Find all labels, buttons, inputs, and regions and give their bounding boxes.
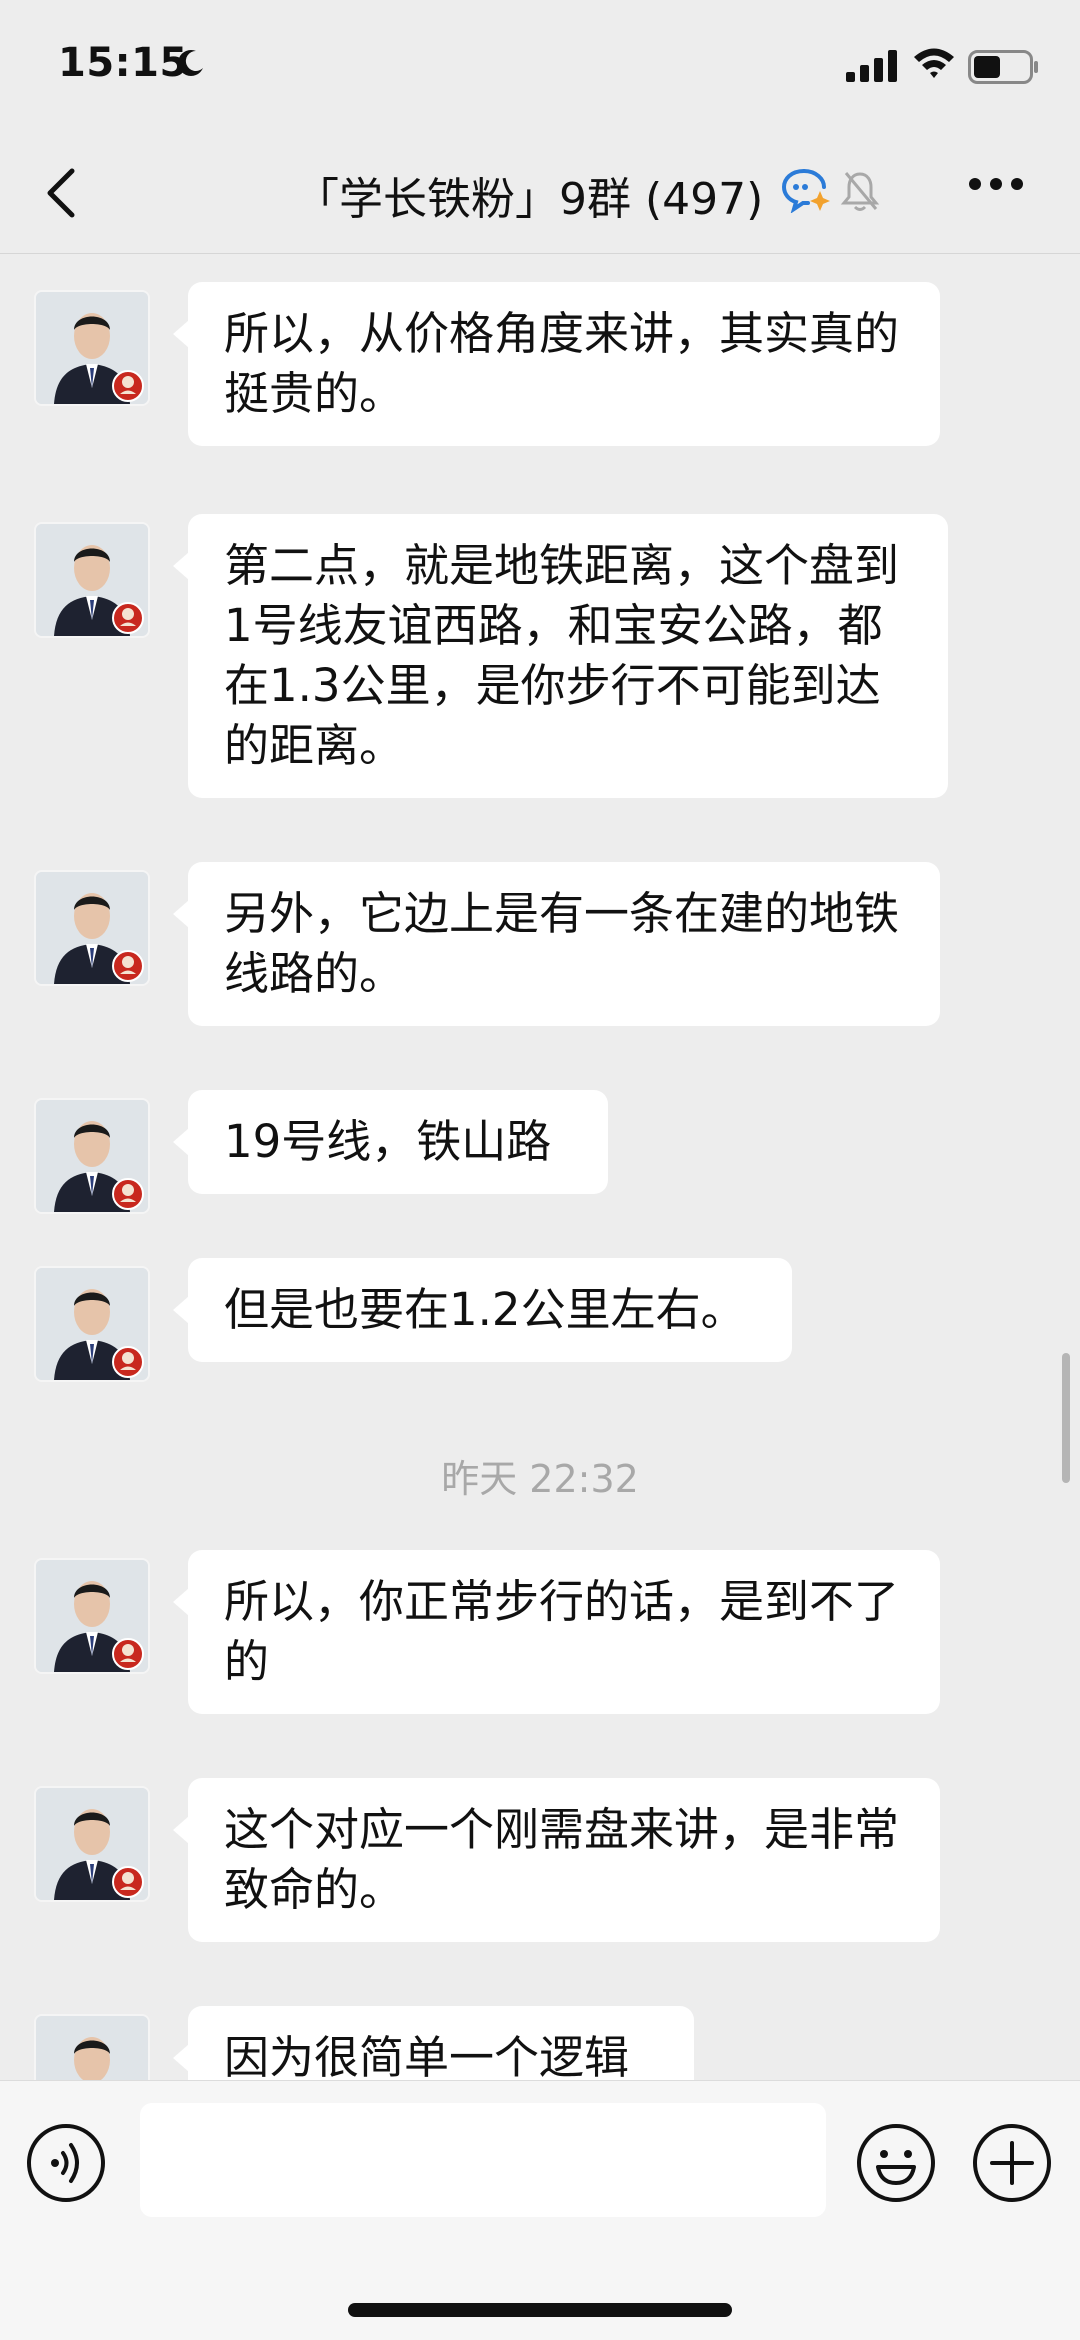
avatar[interactable]: [34, 1558, 150, 1674]
message-bubble[interactable]: 19号线，铁山路: [173, 1090, 608, 1194]
message-input[interactable]: [140, 2103, 826, 2217]
avatar[interactable]: [34, 1098, 150, 1214]
avatar[interactable]: [34, 1266, 150, 1382]
home-indicator: [348, 2303, 732, 2317]
page-title: 「学长铁粉」9群 (497): [295, 174, 764, 225]
time-divider: 昨天 22:32: [441, 1457, 639, 1501]
voice-icon[interactable]: [26, 2123, 106, 2203]
battery-icon: [968, 50, 1038, 84]
plus-icon[interactable]: [972, 2123, 1052, 2203]
message-text: 所以，从价格角度来讲，其实真的挺贵的。: [224, 307, 900, 420]
message-bubble[interactable]: 所以，从价格角度来讲，其实真的挺贵的。: [173, 282, 940, 446]
message-text: 但是也要在1.2公里左右。: [224, 1283, 746, 1336]
message-bubble[interactable]: 这个对应一个刚需盘来讲，是非常致命的。: [173, 1778, 940, 1942]
avatar[interactable]: [34, 2014, 150, 2080]
ai-chat-icon[interactable]: [780, 167, 832, 213]
nav-bar: 「学长铁粉」9群 (497): [0, 135, 1080, 254]
signal-icon: [846, 50, 897, 82]
message-text: 这个对应一个刚需盘来讲，是非常致命的。: [224, 1803, 900, 1916]
message-text: 第二点，就是地铁距离，这个盘到1号线友谊西路，和宝安公路，都在1.3公里，是你步…: [224, 539, 900, 772]
avatar[interactable]: [34, 290, 150, 406]
wifi-icon: [914, 48, 954, 78]
message-text: 另外，它边上是有一条在建的地铁线路的。: [224, 887, 900, 1000]
message-bubble[interactable]: 所以，你正常步行的话，是到不了的: [173, 1550, 940, 1714]
moon-icon: [178, 50, 203, 76]
chat-area[interactable]: 所以，从价格角度来讲，其实真的挺贵的。 第二点，就是地铁距离，这个盘到1号线友谊…: [0, 254, 1080, 2080]
avatar[interactable]: [34, 870, 150, 986]
message-bubble[interactable]: 另外，它边上是有一条在建的地铁线路的。: [173, 862, 940, 1026]
mute-bell-icon: [840, 172, 880, 211]
more-icon[interactable]: [968, 177, 1024, 191]
avatar[interactable]: [34, 522, 150, 638]
input-bar: [0, 2080, 1080, 2340]
message-text: 因为很简单一个逻辑: [224, 2031, 630, 2080]
message-bubble[interactable]: 但是也要在1.2公里左右。: [173, 1258, 792, 1362]
status-time: 15:15: [58, 40, 188, 86]
message-text: 所以，你正常步行的话，是到不了的: [224, 1575, 900, 1688]
avatar[interactable]: [34, 1786, 150, 1902]
message-text: 19号线，铁山路: [224, 1115, 552, 1168]
message-bubble[interactable]: 第二点，就是地铁距离，这个盘到1号线友谊西路，和宝安公路，都在1.3公里，是你步…: [173, 514, 948, 798]
message-bubble[interactable]: 因为很简单一个逻辑: [173, 2006, 694, 2080]
scrollbar[interactable]: [1062, 1353, 1070, 1483]
back-icon[interactable]: [40, 163, 84, 223]
status-bar: 15:15: [0, 0, 1080, 135]
emoji-icon[interactable]: [856, 2123, 936, 2203]
